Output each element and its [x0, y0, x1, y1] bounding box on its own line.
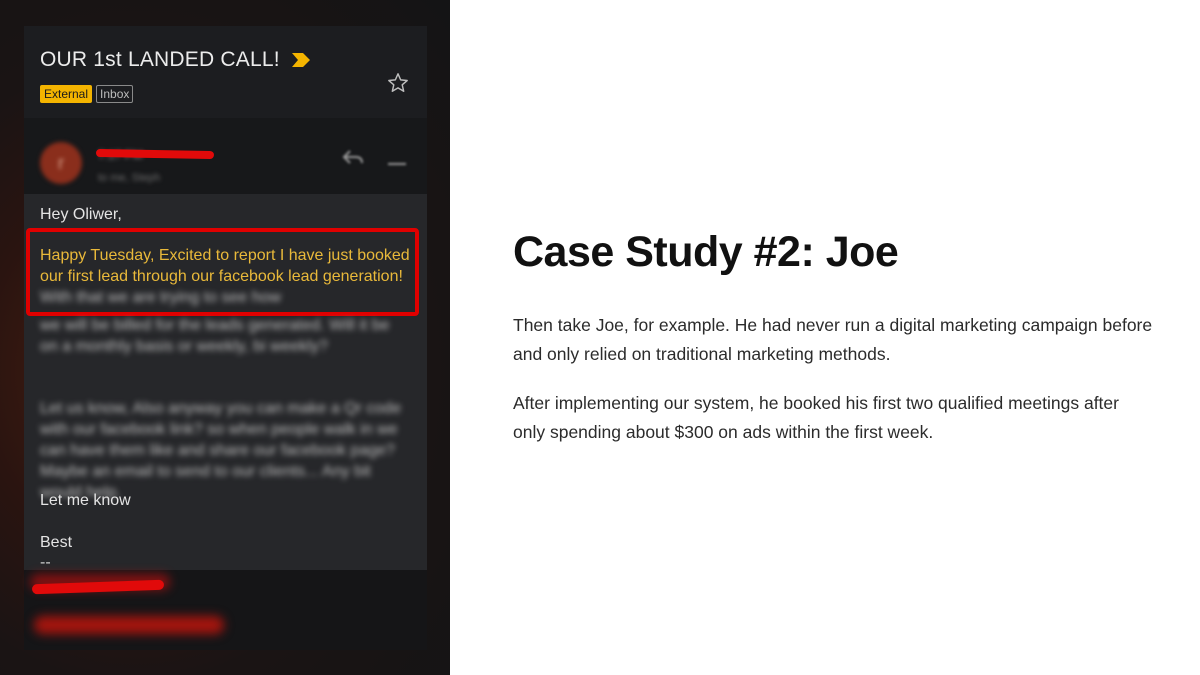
sign-off: Best	[40, 534, 73, 551]
signature-area	[24, 570, 427, 650]
case-study-paragraph-1: Then take Joe, for example. He had never…	[513, 315, 1153, 364]
recipient-line: to me, Steph	[98, 172, 161, 184]
sender-row: r 7:17 PM to me, Steph	[24, 118, 427, 194]
label-chips: External Inbox	[40, 85, 134, 103]
importance-marker-icon[interactable]	[291, 53, 310, 67]
star-icon[interactable]	[387, 72, 409, 94]
label-inbox[interactable]: Inbox	[96, 85, 134, 103]
highlighted-text: Happy Tuesday, Excited to report I have …	[40, 245, 420, 308]
case-study-paragraph-2: After implementing our system, he booked…	[513, 393, 1119, 442]
highlighted-sentence: Happy Tuesday, Excited to report I have …	[40, 247, 410, 285]
body-paragraph-3: Let us know, Also anyway you can make a …	[40, 400, 402, 501]
highlighted-tail: With that we are trying to see how	[40, 289, 281, 306]
email-screenshot-panel: OUR 1st LANDED CALL! External Inbox r 7:…	[0, 0, 450, 675]
greeting: Hey Oliwer,	[40, 206, 122, 223]
email-body: Hey Oliwer, Happy Tuesday, Excited to re…	[24, 194, 427, 571]
avatar: r	[40, 142, 82, 184]
subject-row: OUR 1st LANDED CALL!	[40, 48, 310, 72]
email-view: OUR 1st LANDED CALL! External Inbox r 7:…	[24, 26, 427, 650]
label-external[interactable]: External	[40, 85, 93, 103]
body-paragraph-2: we will be billed for the leads generate…	[40, 317, 390, 355]
closing-line: Let me know	[40, 492, 131, 509]
email-header: OUR 1st LANDED CALL! External Inbox	[24, 26, 427, 118]
reply-icon[interactable]	[342, 148, 364, 166]
signature-redaction-2	[34, 616, 224, 634]
more-icon[interactable]	[388, 154, 406, 165]
email-subject: OUR 1st LANDED CALL!	[40, 48, 280, 71]
case-study-title: Case Study #2: Joe	[513, 228, 899, 276]
